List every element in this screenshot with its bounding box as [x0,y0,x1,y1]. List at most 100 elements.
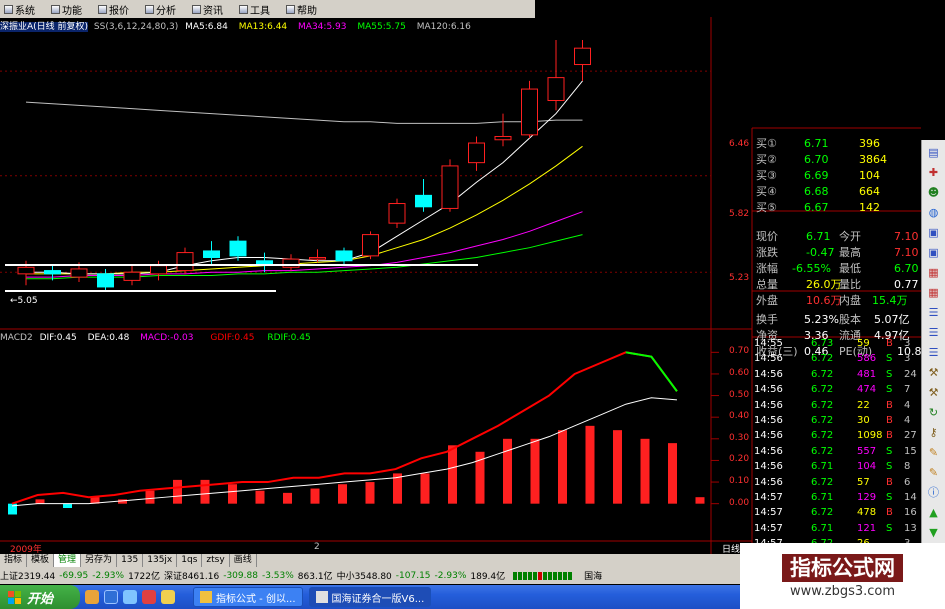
ie-icon[interactable] [104,590,118,604]
start-button[interactable]: 开始 [0,585,80,609]
tick-volume: 557 [857,445,877,457]
candle [574,47,591,66]
list-icon[interactable]: ☰ [926,304,942,320]
tool-icon[interactable]: ⚒ [926,364,942,380]
pen-icon[interactable]: ✎ [926,444,942,460]
tick-row: 14:55 6.73 59 B 3 [754,336,919,351]
refresh-icon[interactable]: ↻ [926,404,942,420]
macd-axis-label: 0.30 [729,432,750,443]
formula-tabs: 指标 模板 管理 另存为 135 135jx 1qs ztsy 画线 [0,554,752,567]
formula-tab[interactable]: 管理 [54,554,82,567]
candle [494,135,512,141]
candle [256,260,273,265]
quote-label: 外盘 [756,294,778,307]
tick-price: 6.72 [811,476,834,488]
tick-time: 14:55 [754,338,783,349]
candle [388,203,406,224]
formula-tab[interactable]: 1qs [177,554,203,567]
task-formula[interactable]: 指标公式 - 创以... [193,587,303,607]
ma120-line [25,101,583,124]
dif-line [11,351,678,505]
key-icon[interactable]: ⚷ [926,424,942,440]
tick-row: 14:56 6.72 474 S 7 [754,382,919,397]
macd-bar [145,490,155,504]
quote-value: 7.10 [894,246,919,259]
candle [203,250,220,258]
list-icon[interactable]: ☰ [926,344,942,360]
sh-pct: -2.93% [92,570,125,581]
macd-axis-label: 0.20 [729,454,750,465]
quicklaunch-icon[interactable] [85,590,99,604]
window-icon[interactable]: ▣ [926,244,942,260]
quote-label: 涨幅 [756,262,778,275]
quicklaunch-icon[interactable] [142,590,156,604]
tick-time: 14:56 [754,353,783,365]
tick-price: 6.72 [811,384,834,396]
pen-icon[interactable]: ✎ [926,464,942,480]
quote-value: -6.55% [792,262,831,275]
macd-bar [35,499,45,504]
candle [44,270,61,275]
zx-change: -107.15 [395,570,431,581]
formula-tab[interactable]: 指标 [0,554,28,567]
bid-price: 6.70 [804,153,829,166]
down-arrow-icon[interactable]: ▼ [926,524,942,540]
formula-tab[interactable]: 画线 [230,554,257,567]
bid-volume: 104 [859,169,880,182]
cross-icon[interactable]: ✚ [926,164,942,180]
tick-volume: 481 [857,368,877,380]
macd-bar [448,445,457,504]
tick-row: 14:56 6.71 104 S 8 [754,459,919,474]
desktop-icon[interactable] [123,590,137,604]
formula-tab[interactable]: 模板 [27,554,55,567]
globe-icon[interactable]: ◍ [926,204,942,220]
tick-price: 6.71 [811,461,834,473]
ma34-line [26,211,583,278]
tick-row: 14:56 6.72 57 B 6 [754,475,919,490]
bid-label: 买⑤ [756,201,777,214]
macd-bar [503,438,512,504]
list-icon[interactable]: ☰ [926,324,942,340]
up-arrow-icon[interactable]: ▲ [926,504,942,520]
tick-side: S [886,368,893,380]
grid-icon[interactable]: ▦ [926,284,942,300]
formula-tab[interactable]: 另存为 [81,554,118,567]
formula-tab[interactable]: 135 [117,554,144,567]
info-icon[interactable]: ⓘ [926,484,942,500]
quote-label: 内盘 [839,294,861,307]
tick-time: 14:57 [754,507,783,519]
quote-label: 量比 [839,278,861,291]
tick-time: 14:57 [754,522,783,534]
window-icon[interactable]: ▣ [926,224,942,240]
macd-bar [310,488,320,504]
bid-row: 买③ 6.69 104 [754,168,919,184]
macd-bar [283,492,292,504]
chart-icon[interactable]: ▤ [926,144,942,160]
tick-row: 14:56 6.72 1098 B 27 [754,428,919,443]
tick-time: 14:56 [754,414,783,426]
tick-price: 6.72 [811,368,834,380]
tick-volume: 104 [857,461,877,473]
task-broker[interactable]: 国海证券合一版V6... [308,587,432,607]
candle [229,240,247,257]
tick-count: 4 [904,414,911,426]
tick-count: 4 [904,399,911,411]
app-icon [200,591,212,603]
sh-index: 上证2319.44 [0,572,56,582]
ma5-line [26,80,583,275]
folder-icon[interactable] [161,590,175,604]
quote-value: 10.6万 [806,294,842,307]
tool-icon[interactable]: ⚒ [926,384,942,400]
people-icon[interactable]: ☻ [926,184,942,200]
tick-side: B [886,399,893,411]
quote-label: 最低 [839,262,861,275]
quote-value: 15.4万 [872,294,908,307]
formula-tab[interactable]: 135jx [143,554,178,567]
tick-side: S [886,353,893,365]
formula-tab[interactable]: ztsy [202,554,230,567]
start-label: 开始 [27,591,54,607]
tick-time: 14:56 [754,476,783,488]
bid-row: 买⑤ 6.67 142 [754,200,919,216]
quote-label: 股本 [839,313,861,326]
grid-icon[interactable]: ▦ [926,264,942,280]
